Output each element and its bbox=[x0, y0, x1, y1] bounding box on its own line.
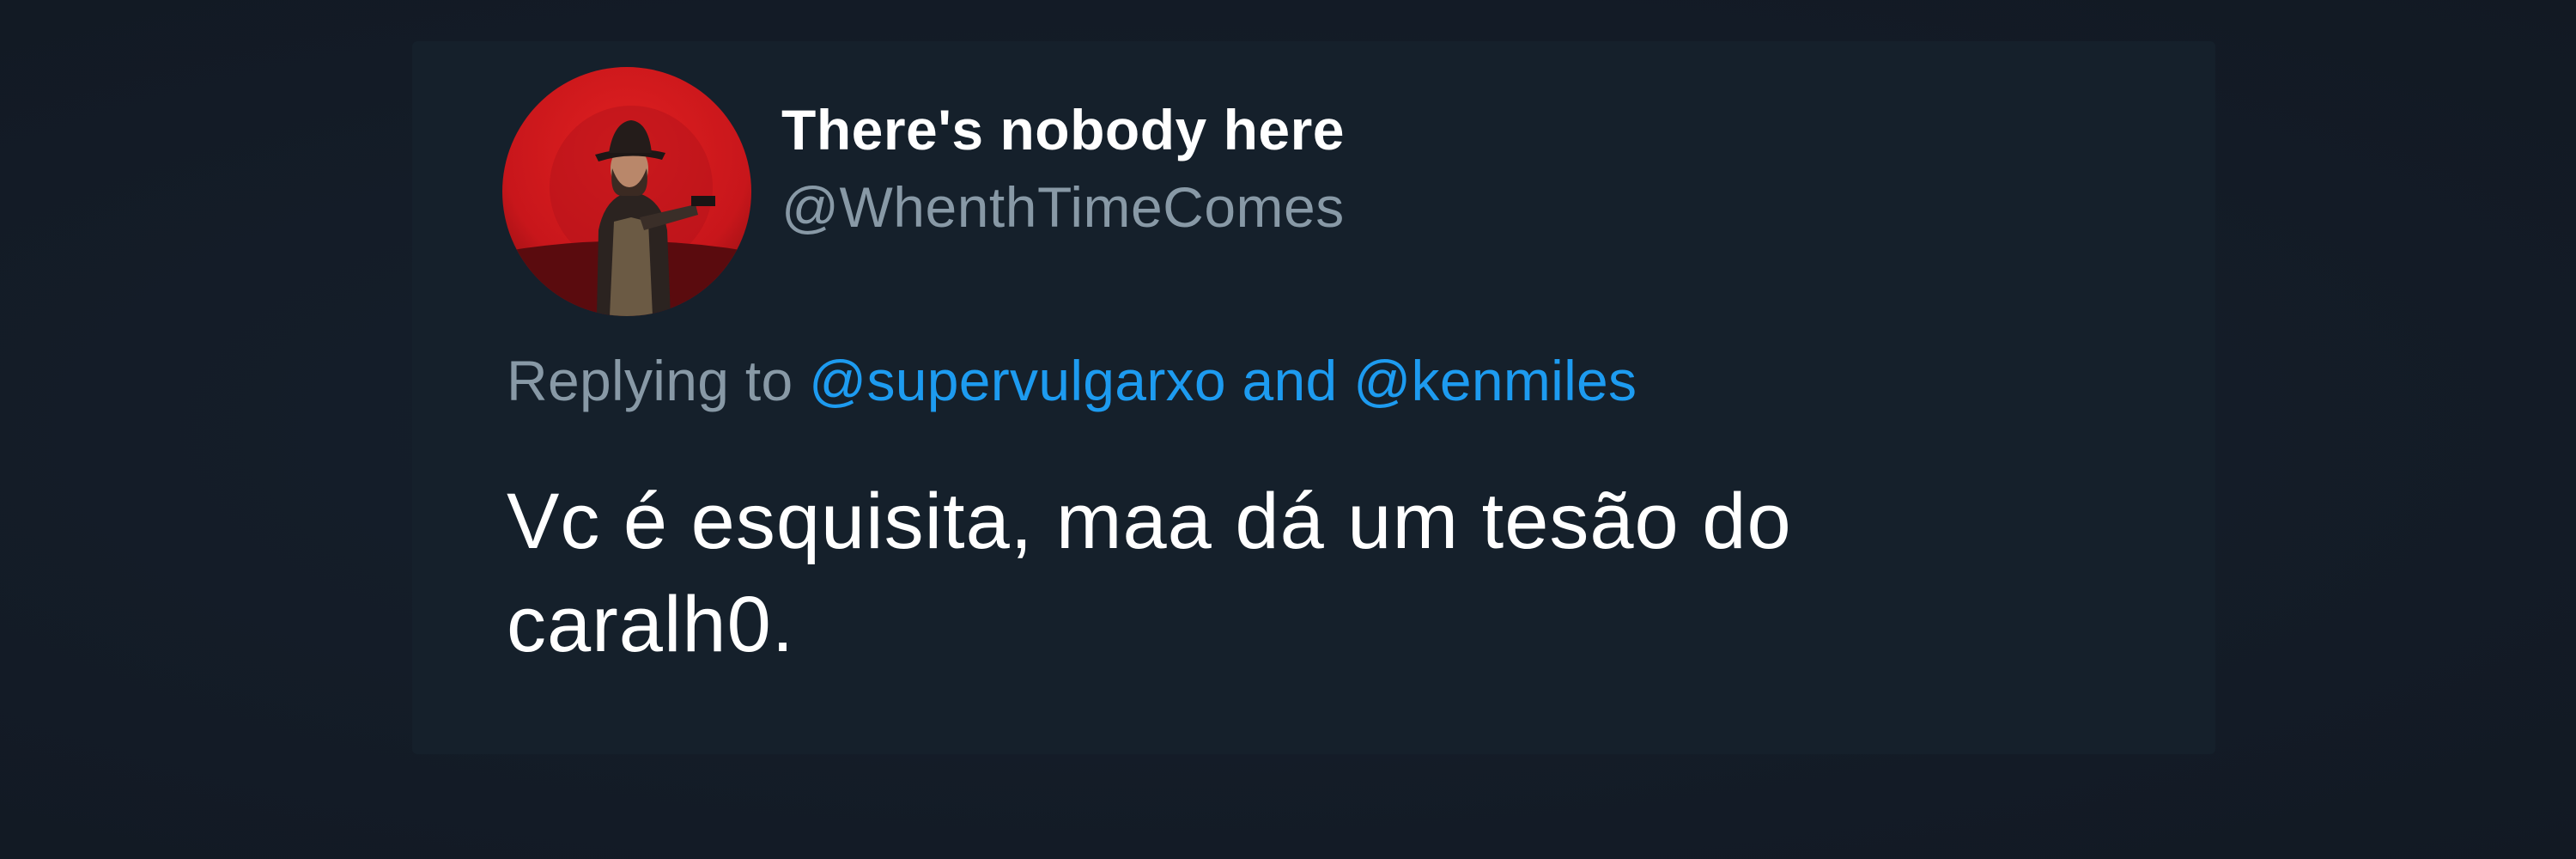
mention-link-kenmiles[interactable]: @kenmiles bbox=[1353, 349, 1637, 412]
screenshot-backdrop: There's nobody here @WhenthTimeComes Rep… bbox=[0, 0, 2576, 859]
mention-conjunction: and bbox=[1242, 349, 1338, 412]
mention-link-supervulgarxo[interactable]: @supervulgarxo bbox=[809, 349, 1226, 412]
user-avatar[interactable] bbox=[502, 67, 751, 316]
user-handle[interactable]: @WhenthTimeComes bbox=[781, 179, 1345, 235]
replying-to-label: Replying to bbox=[507, 349, 793, 412]
replying-to-line: Replying to @supervulgarxo and @kenmiles bbox=[507, 352, 1637, 409]
tweet-card: There's nobody here @WhenthTimeComes Rep… bbox=[412, 41, 2215, 754]
display-name[interactable]: There's nobody here bbox=[781, 101, 1345, 158]
tweet-text-line-2: caralh0. bbox=[507, 580, 795, 668]
tweet-text: Vc é esquisita, maa dá um tesão do caral… bbox=[507, 471, 2138, 676]
user-info[interactable]: There's nobody here @WhenthTimeComes bbox=[781, 101, 1345, 235]
avatar-image bbox=[502, 67, 751, 316]
tweet-text-line-1: Vc é esquisita, maa dá um tesão do bbox=[507, 478, 1792, 565]
